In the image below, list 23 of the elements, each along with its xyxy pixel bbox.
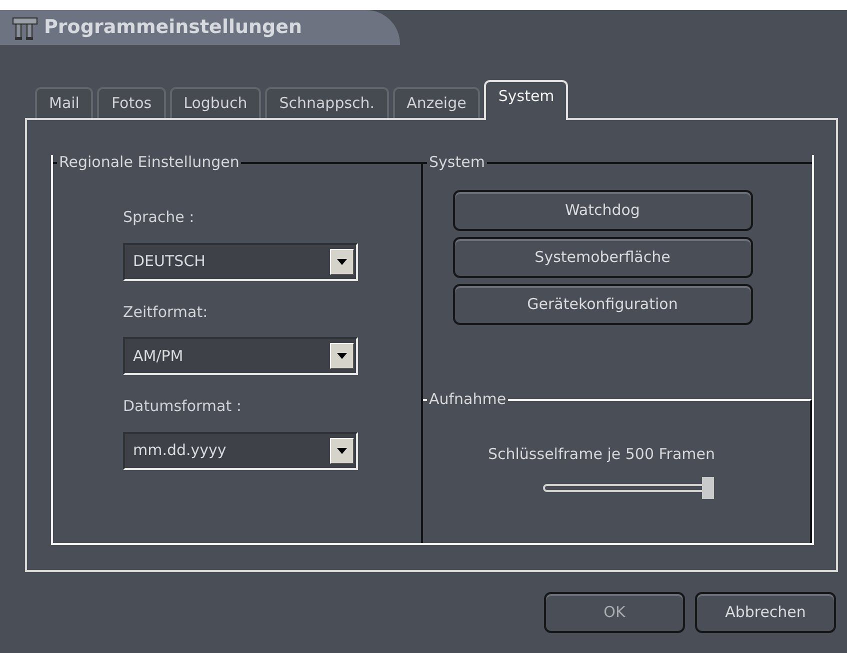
slider-label: Schlüsselframe je 500 Framen (486, 444, 716, 465)
tab[interactable]: Logbuch (170, 87, 262, 118)
dropdown[interactable]: mm.dd.yyyy (123, 432, 358, 470)
group-title: Aufnahme (428, 392, 508, 407)
dialog-button[interactable]: Abbrechen (695, 592, 836, 633)
system-button[interactable]: Watchdog (452, 190, 752, 231)
field-label: Sprache : (123, 207, 196, 228)
group-title: System (428, 155, 486, 170)
field-label: Zeitformat: (123, 302, 209, 322)
tab[interactable]: Fotos (97, 87, 166, 118)
dropdown[interactable]: AM/PM (123, 337, 358, 375)
dropdown[interactable]: DEUTSCH (123, 242, 358, 280)
system-button[interactable]: Systemoberfläche (452, 237, 752, 278)
group-title: Regionale Einstellungen (58, 155, 240, 170)
tab[interactable]: System (484, 80, 568, 120)
tab[interactable]: Schnappsch. (265, 87, 389, 118)
field-label: Datumsformat : (123, 396, 242, 417)
tools-icon (12, 14, 38, 40)
tab[interactable]: Mail (35, 87, 94, 118)
slider-thumb[interactable] (702, 476, 714, 498)
window-title: Programmeinstellungen (44, 15, 302, 40)
tab[interactable]: Anzeige (392, 87, 480, 118)
system-button[interactable]: Gerätekonfiguration (452, 284, 752, 325)
